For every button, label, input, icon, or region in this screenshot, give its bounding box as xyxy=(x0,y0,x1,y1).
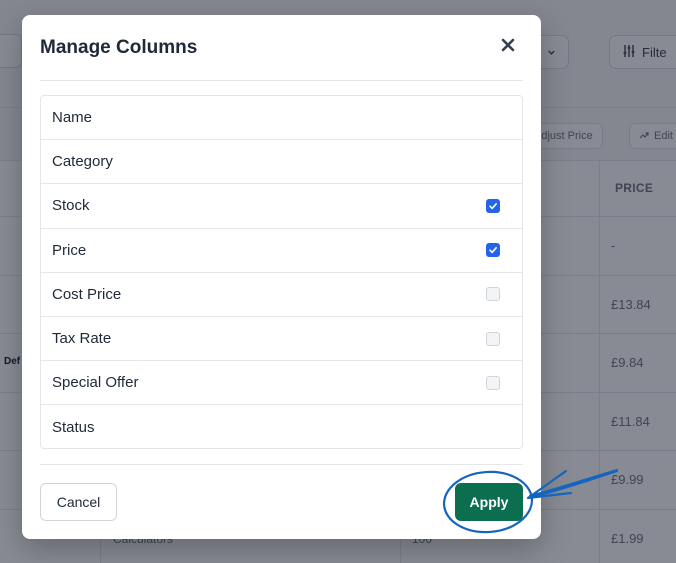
column-row-name: Name xyxy=(41,96,522,141)
header-divider xyxy=(40,80,523,81)
check-icon xyxy=(489,202,497,210)
column-row-status: Status xyxy=(41,405,522,448)
check-icon xyxy=(489,247,497,254)
column-row-stock: Stock xyxy=(41,184,522,229)
column-row-category: Category xyxy=(41,140,522,185)
column-label: Status xyxy=(52,418,95,436)
column-label: Special Offer xyxy=(52,374,139,392)
column-checkbox[interactable] xyxy=(486,375,500,390)
dialog-title: Manage Columns xyxy=(40,37,198,58)
column-checkbox[interactable] xyxy=(486,243,500,258)
footer-divider xyxy=(40,464,523,465)
cancel-button[interactable]: Cancel xyxy=(40,483,117,521)
column-row-special-offer: Special Offer xyxy=(41,361,522,406)
apply-button[interactable]: Apply xyxy=(455,483,523,521)
column-label: Stock xyxy=(52,197,90,215)
column-checkbox[interactable] xyxy=(486,331,500,346)
column-checkbox[interactable] xyxy=(486,198,500,213)
column-list: Name Category Stock Price Cost Price Tax Rate… xyxy=(40,95,523,449)
close-icon xyxy=(501,38,515,57)
column-label: Tax Rate xyxy=(52,330,112,348)
column-row-cost-price: Cost Price xyxy=(41,273,522,317)
column-label: Cost Price xyxy=(52,285,122,303)
close-button[interactable] xyxy=(496,35,520,59)
column-row-tax-rate: Tax Rate xyxy=(41,317,522,362)
column-row-price: Price xyxy=(41,229,522,273)
column-label: Name xyxy=(52,109,93,127)
manage-columns-dialog: Manage Columns Name Category Stock Price Cos… xyxy=(22,15,541,539)
column-label: Category xyxy=(52,153,113,171)
column-checkbox[interactable] xyxy=(486,287,500,302)
column-label: Price xyxy=(52,241,87,259)
